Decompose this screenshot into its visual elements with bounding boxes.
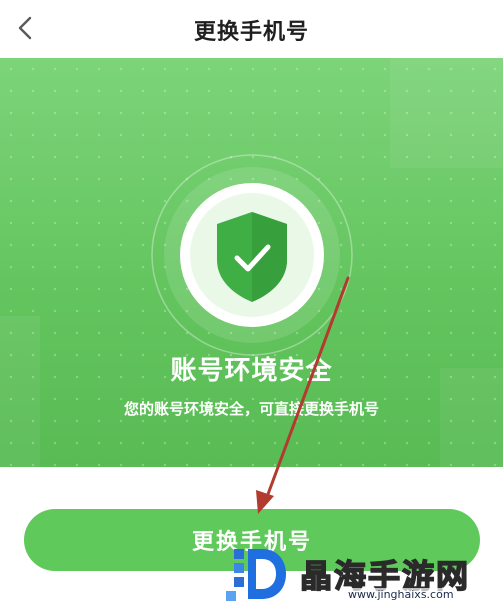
status-heading: 账号环境安全	[170, 356, 333, 386]
top-bar: 更换手机号	[0, 0, 503, 58]
watermark-url: www.jinghaixs.com	[348, 588, 454, 601]
status-description: 您的账号环境安全，可直接更换手机号	[123, 400, 379, 418]
shield-badge	[147, 150, 357, 360]
page-title: 更换手机号	[193, 20, 309, 45]
bg-block	[390, 58, 503, 168]
watermark-logo	[226, 543, 288, 605]
bg-block	[0, 316, 40, 467]
security-status-banner: 账号环境安全 您的账号环境安全，可直接更换手机号	[0, 58, 503, 467]
